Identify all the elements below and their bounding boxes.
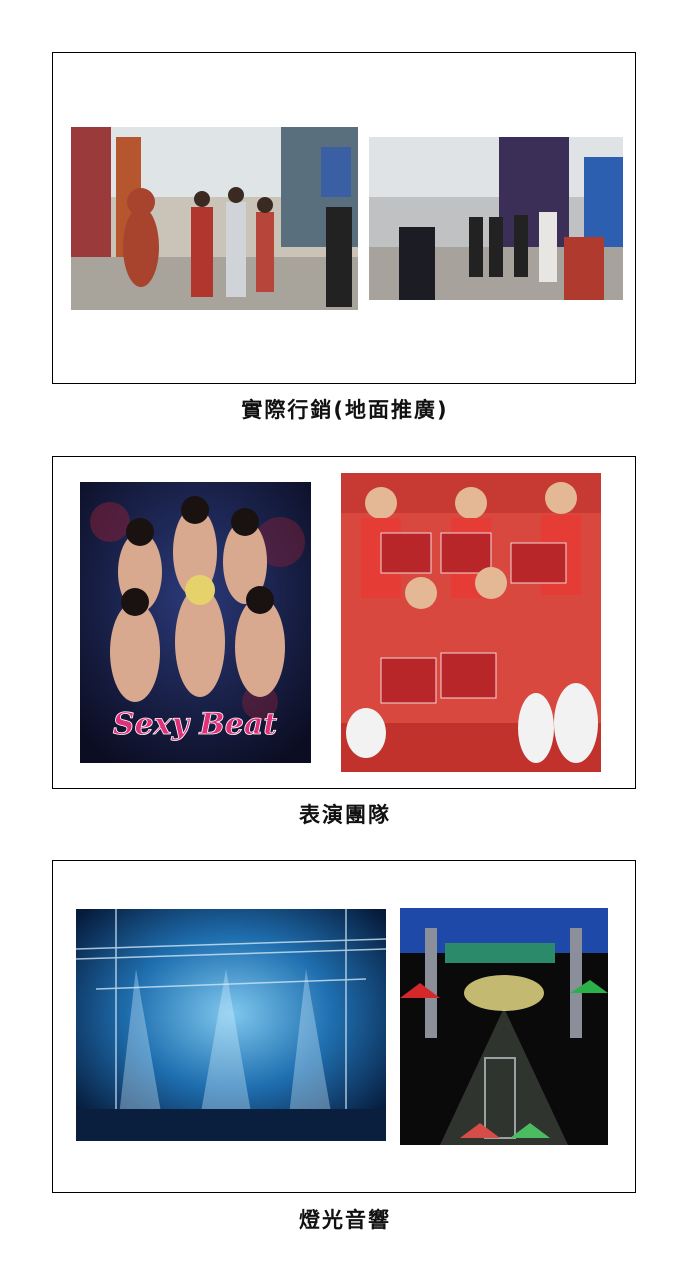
concert-stage-lighting-photo [76,909,386,1141]
section-panel-performance-team: Sexy Beat [52,456,636,789]
section-caption: 燈光音響 [299,1208,391,1232]
section-caption: 實際行銷(地面推廣) [241,398,449,422]
promo-girls-photo [341,473,601,772]
street-parade-photo [71,127,358,310]
street-crowd-photo [369,137,623,300]
section-panel-ground-promotion [52,52,636,384]
dance-group-poster: Sexy Beat [80,482,311,763]
poster-title-text: Sexy Beat [113,707,277,742]
section-panel-lighting-sound [52,860,636,1193]
section-caption: 表演團隊 [299,803,391,827]
stage-truss-3d-rendering [400,908,608,1145]
